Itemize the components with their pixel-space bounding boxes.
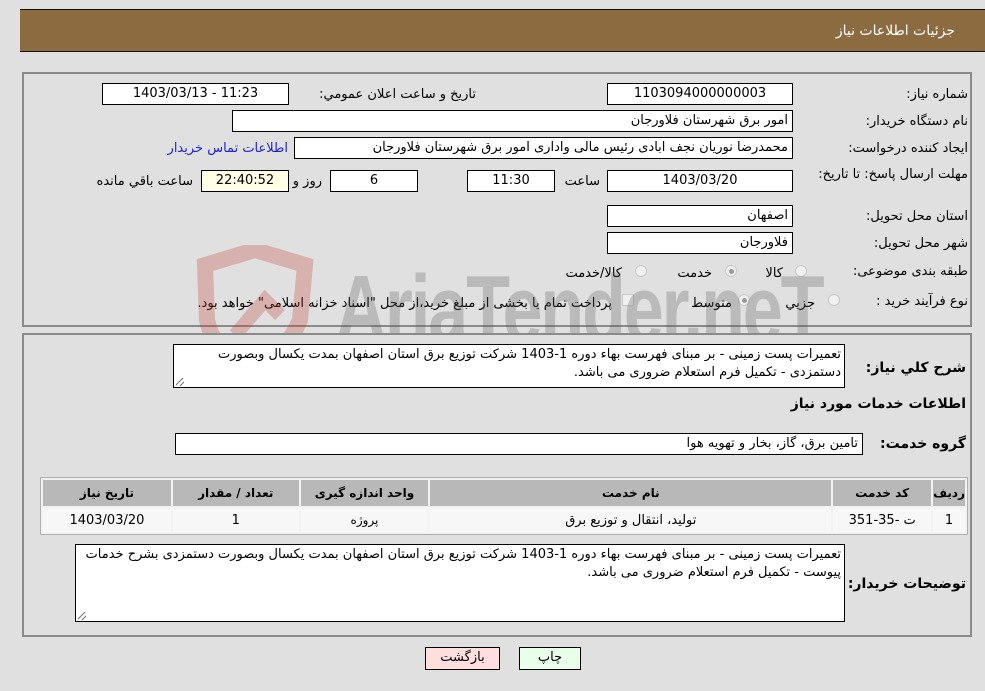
col-quantity: تعداد / مقدار	[172, 480, 299, 506]
col-service-name: نام خدمت	[430, 480, 832, 506]
print-button[interactable]: چاپ	[519, 647, 581, 670]
col-row-number: ردیف	[933, 480, 965, 506]
buyer-contact-link[interactable]: اطلاعات تماس خریدار	[168, 141, 288, 156]
services-table: ردیف کد خدمت نام خدمت واحد اندازه گیری ت…	[40, 477, 968, 535]
resize-handle-icon[interactable]	[176, 378, 184, 386]
deadline-time-field: 11:30	[467, 170, 555, 192]
announce-datetime-field: 1403/03/13 - 11:23	[102, 83, 289, 105]
buyer-notes-label: توضیحات خریدار:	[847, 576, 966, 592]
resize-handle-icon[interactable]	[78, 612, 86, 620]
category-goods-service-radio[interactable]	[635, 265, 647, 277]
city-label: شهر محل تحویل:	[873, 236, 968, 251]
description-textarea[interactable]: تعمیرات پست زمینی - بر مبنای فهرست بهاء …	[173, 344, 845, 388]
days-label: روز و	[292, 174, 322, 189]
buyer-org-label: نام دستگاه خریدار:	[865, 114, 968, 129]
treasury-note: پرداخت تمام یا بخشی از مبلغ خرید،از محل …	[197, 296, 612, 311]
province-field: اصفهان	[607, 205, 793, 227]
cell-service-name: تولید، انتقال و توزیع برق	[430, 508, 832, 532]
need-number-label: شماره نیاز:	[906, 87, 968, 102]
category-service-radio[interactable]	[725, 265, 737, 277]
purchase-minor-label: جزيي	[785, 296, 815, 311]
remaining-days-field: 6	[330, 170, 418, 192]
province-label: استان محل تحویل:	[866, 209, 968, 224]
table-row: 1 ت -35-351 تولید، انتقال و توزیع برق پر…	[43, 508, 965, 532]
category-goods-label: کالا	[765, 266, 783, 281]
requester-label: ایجاد کننده درخواست:	[848, 141, 968, 156]
need-number-field: 1103094000000003	[607, 83, 793, 105]
buyer-org-field: امور برق شهرستان فلاورجان	[232, 110, 793, 132]
buyer-notes-text: تعمیرات پست زمینی - بر مبنای فهرست بهاء …	[85, 547, 841, 580]
col-need-date: تاریخ نیاز	[43, 480, 171, 506]
description-label: شرح كلي نياز:	[865, 360, 966, 376]
purchase-medium-radio[interactable]	[738, 294, 750, 306]
cell-service-code: ت -35-351	[833, 508, 932, 532]
buyer-notes-textarea[interactable]: تعمیرات پست زمینی - بر مبنای فهرست بهاء …	[75, 544, 845, 622]
requester-field: محمدرضا نوریان نجف ابادی رئیس مالی وادار…	[294, 137, 793, 159]
service-group-field: تامین برق، گاز، بخار و تهویه هوا	[175, 433, 863, 455]
cell-quantity: 1	[172, 508, 299, 532]
deadline-time-label: ساعت	[564, 174, 600, 189]
remaining-time-label: ساعت باقي مانده	[96, 174, 193, 189]
purchase-type-label: نوع فرآیند خرید :	[876, 294, 968, 309]
services-section-title: اطلاعات خدمات مورد نیاز	[790, 396, 966, 412]
cell-row-number: 1	[933, 508, 965, 532]
remaining-time-field: 22:40:52	[201, 170, 289, 192]
col-service-code: کد خدمت	[833, 480, 932, 506]
city-field: فلاورجان	[607, 232, 793, 254]
col-unit: واحد اندازه گیری	[300, 480, 429, 506]
category-goods-service-label: کالا/خدمت	[565, 266, 622, 281]
purchase-minor-radio[interactable]	[828, 294, 840, 306]
announce-datetime-label: تاریخ و ساعت اعلان عمومي:	[319, 87, 476, 102]
page-title: جزئیات اطلاعات نیاز	[835, 23, 955, 39]
deadline-date-field: 1403/03/20	[607, 170, 793, 192]
service-group-label: گروه خدمت:	[880, 436, 966, 452]
back-button[interactable]: بازگشت	[425, 647, 500, 670]
table-header-row: ردیف کد خدمت نام خدمت واحد اندازه گیری ت…	[43, 480, 965, 506]
page-header: جزئیات اطلاعات نیاز	[20, 9, 985, 52]
deadline-label: مهلت ارسال پاسخ: تا تاریخ:	[818, 167, 968, 182]
description-text: تعمیرات پست زمینی - بر مبنای فهرست بهاء …	[218, 347, 841, 380]
treasury-checkbox[interactable]	[622, 294, 634, 306]
category-service-label: خدمت	[677, 266, 712, 281]
category-label: طبقه بندی موضوعی:	[852, 264, 968, 279]
cell-unit: پروژه	[300, 508, 429, 532]
cell-need-date: 1403/03/20	[43, 508, 171, 532]
purchase-medium-label: متوسط	[691, 296, 732, 311]
category-goods-radio[interactable]	[795, 265, 807, 277]
